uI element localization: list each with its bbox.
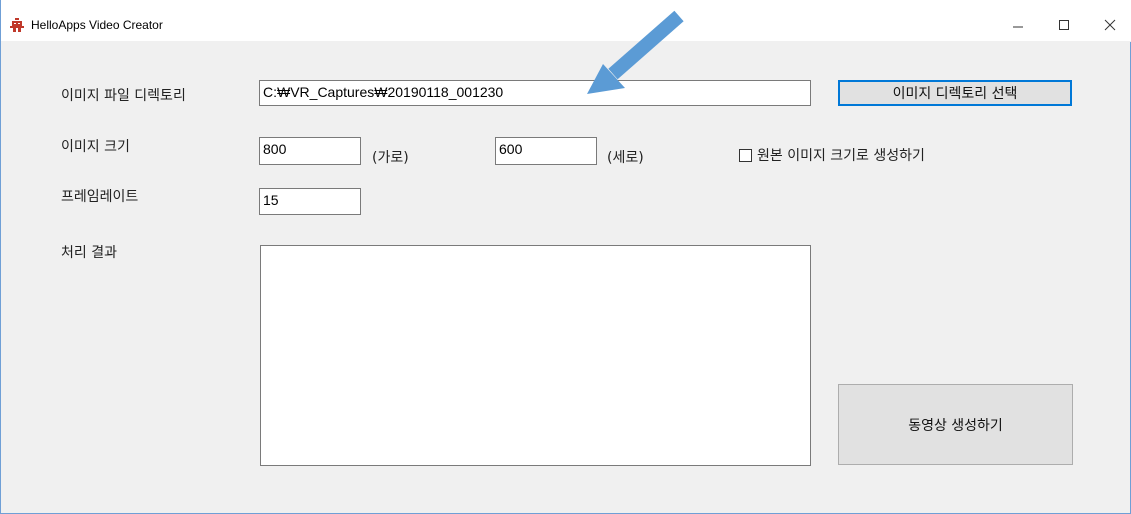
minimize-icon bbox=[1013, 26, 1023, 28]
image-size-label: 이미지 크기 bbox=[61, 139, 130, 155]
result-label: 처리 결과 bbox=[61, 245, 117, 261]
close-button[interactable] bbox=[1087, 8, 1131, 42]
app-window: HelloApps Video Creator 이미지 파일 디렉토리 C:₩V… bbox=[0, 0, 1131, 514]
image-dir-input[interactable]: C:₩VR_Captures₩20190118_001230 bbox=[259, 80, 811, 106]
result-textarea[interactable] bbox=[260, 245, 811, 466]
select-dir-button[interactable]: 이미지 디렉토리 선택 bbox=[838, 80, 1072, 106]
framerate-input[interactable]: 15 bbox=[259, 188, 361, 215]
height-input[interactable]: 600 bbox=[495, 137, 597, 165]
minimize-button[interactable] bbox=[995, 8, 1041, 42]
height-unit-label: (세로) bbox=[607, 150, 644, 166]
original-size-checkbox-label: 원본 이미지 크기로 생성하기 bbox=[757, 148, 925, 164]
maximize-button[interactable] bbox=[1041, 8, 1087, 42]
create-video-button[interactable]: 동영상 생성하기 bbox=[838, 384, 1073, 465]
window-title: HelloApps Video Creator bbox=[31, 18, 163, 32]
framerate-label: 프레임레이트 bbox=[61, 189, 139, 205]
image-dir-label: 이미지 파일 디렉토리 bbox=[61, 88, 186, 104]
arrow-icon bbox=[587, 10, 684, 94]
maximize-icon bbox=[1059, 20, 1069, 30]
robot-icon bbox=[10, 18, 24, 32]
checkbox-square[interactable] bbox=[739, 148, 752, 162]
original-size-checkbox[interactable]: 원본 이미지 크기로 생성하기 bbox=[739, 145, 925, 165]
title-bar[interactable]: HelloApps Video Creator bbox=[1, 0, 1131, 42]
width-unit-label: (가로) bbox=[372, 150, 409, 166]
close-icon bbox=[1104, 19, 1116, 31]
width-input[interactable]: 800 bbox=[259, 137, 361, 165]
